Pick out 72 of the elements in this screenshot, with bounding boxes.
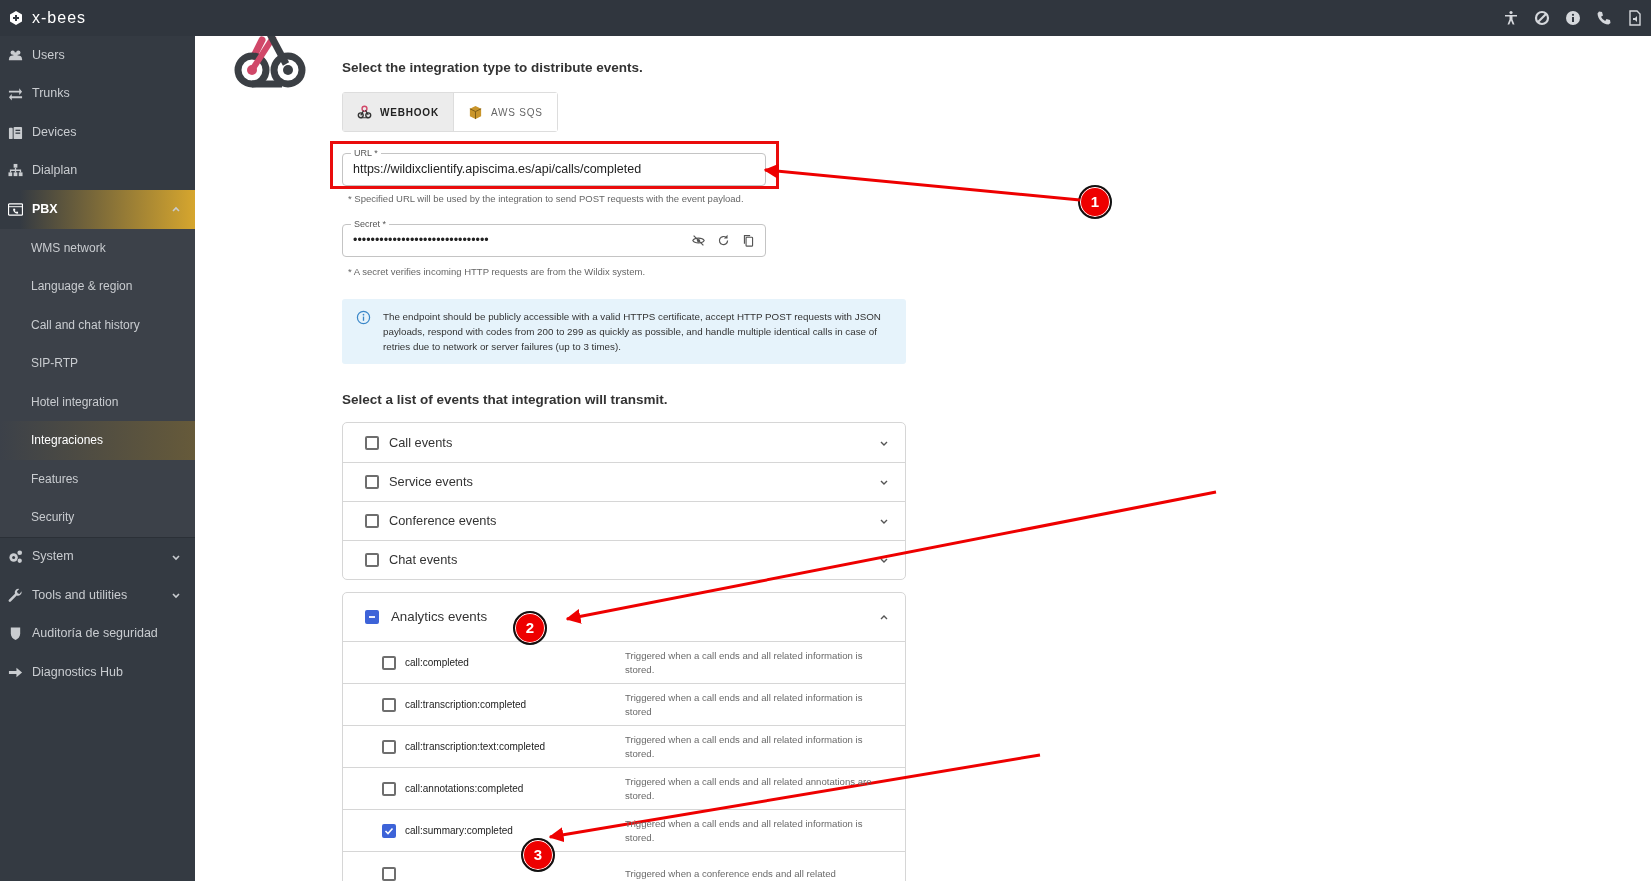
checkbox[interactable] <box>382 655 396 670</box>
sidebar-subitem[interactable]: Features <box>0 459 195 498</box>
info-icon[interactable] <box>1565 10 1581 26</box>
sidebar-item[interactable]: Devices <box>0 113 195 152</box>
checkbox[interactable] <box>365 435 379 450</box>
shield-icon <box>8 626 23 642</box>
sidebar-item[interactable]: Tools and utilities <box>0 576 195 615</box>
group-label: Call events <box>389 433 453 452</box>
check-icon <box>384 825 394 836</box>
window-phone-icon <box>8 201 23 217</box>
refresh-icon[interactable] <box>717 233 730 247</box>
hide-icon[interactable] <box>692 233 705 247</box>
event-name: call:transcription:completed <box>405 698 527 712</box>
sidebar-item[interactable]: Auditoría de seguridad <box>0 614 195 653</box>
sidebar-item[interactable]: Users <box>0 36 195 75</box>
checkbox[interactable] <box>382 781 396 796</box>
block-icon[interactable] <box>1534 10 1550 26</box>
webhook-icon <box>357 104 372 120</box>
phone-icon[interactable] <box>1596 10 1612 26</box>
checkbox[interactable] <box>382 823 396 838</box>
clipboard-icon <box>8 124 23 140</box>
checkbox[interactable] <box>382 697 396 712</box>
integration-type-tab[interactable]: AWS SQS <box>452 93 557 132</box>
sidebar-subitem[interactable]: WMS network <box>0 228 195 267</box>
sitemap-icon <box>8 163 23 179</box>
sidebar-subitem[interactable]: Hotel integration <box>0 382 195 421</box>
checkbox[interactable] <box>365 553 379 567</box>
info-icon <box>356 309 371 325</box>
sidebar-subitem[interactable]: Language & region <box>0 267 195 306</box>
section-heading: Select a list of events that integration will transmit. <box>342 390 669 409</box>
cube-icon <box>467 104 483 120</box>
sidebar-subitem[interactable]: SIP-RTP <box>0 344 195 383</box>
sidebar-item[interactable]: Diagnostics Hub <box>0 653 195 692</box>
copy-icon[interactable] <box>742 233 755 247</box>
alert-text: The endpoint should be publicly accessible with a valid HTTPS certificate, accept HTTP POST requests with JSON payloads, respond with codes from 200 to 299 as quickly as possible, and handle multiple identical calls in case of retries due to network or server failures (up to 3 times). <box>383 309 882 354</box>
event-description: Triggered when a call ends and all related information is stored <box>625 690 864 719</box>
checkbox[interactable] <box>382 739 396 754</box>
field-hint: * A secret verifies incoming HTTP requests are from the Wildix system. <box>348 264 647 279</box>
checkbox[interactable] <box>382 866 396 881</box>
event-name: call:annotations:completed <box>405 782 524 796</box>
event-name: call:summary:completed <box>405 824 513 838</box>
field-hint: * Specified URL will be used by the integration to send POST requests with the event payload. <box>348 192 745 207</box>
event-description: Triggered when a call ends and all related information is stored. <box>625 648 864 677</box>
event-description: Triggered when a conference ends and all related <box>625 866 837 881</box>
swap-arrows-icon <box>8 86 23 102</box>
document-icon[interactable] <box>1627 10 1643 26</box>
gears-icon <box>8 549 23 565</box>
accessibility-icon[interactable] <box>1503 10 1519 26</box>
integration-type-tab[interactable]: WEBHOOK <box>343 93 453 132</box>
logo-icon <box>8 10 24 26</box>
number-badge: 1 <box>1078 185 1112 219</box>
checkbox[interactable] <box>365 610 379 624</box>
checkbox[interactable] <box>365 514 379 528</box>
group-label: Analytics events <box>391 608 488 627</box>
number-badge: 3 <box>521 838 555 872</box>
chevron-down-icon[interactable] <box>171 590 181 601</box>
number-badge: 2 <box>513 611 547 645</box>
wrench-icon <box>8 587 23 603</box>
group-label: Service events <box>389 473 473 492</box>
group-label: Conference events <box>389 512 497 531</box>
event-description: Triggered when a call ends and all related information is stored. <box>625 732 864 761</box>
sidebar-item[interactable]: Dialplan <box>0 151 195 190</box>
checkbox[interactable] <box>365 475 379 489</box>
sidebar-item[interactable]: Trunks <box>0 74 195 113</box>
group-label: Chat events <box>389 551 458 570</box>
app-name: x-bees <box>32 8 87 28</box>
sidebar-subitem[interactable]: Security <box>0 498 195 537</box>
event-name: call:completed <box>405 656 469 670</box>
event-name: call:transcription:text:completed <box>405 740 546 754</box>
sidebar-subitem[interactable]: Call and chat history <box>0 305 195 344</box>
sidebar-item[interactable]: System <box>0 537 195 576</box>
section-heading: Select the integration type to distribute events. <box>342 59 644 77</box>
